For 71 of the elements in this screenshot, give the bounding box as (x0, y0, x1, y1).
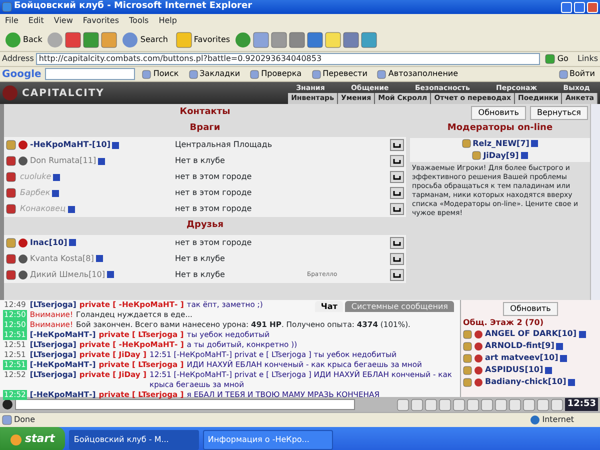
google-logo: Google (2, 68, 42, 82)
moderator-name[interactable]: JiDay[9] (483, 150, 519, 162)
toolbar-button[interactable]: Back (2, 32, 46, 48)
chat-input[interactable] (15, 399, 355, 410)
address-field[interactable]: http://capitalcity.combats.com/buttons.pl?battle=0.920293634040853 (36, 53, 540, 65)
zone-label: Internet (542, 414, 574, 426)
taskbar-button[interactable]: Бойцовский клуб - M... (68, 430, 199, 450)
maximize-button[interactable] (574, 2, 585, 12)
player-name[interactable]: Don Rumata[11] (30, 155, 96, 167)
player-location: нет в этом городе (175, 171, 253, 183)
menu-item[interactable]: File (0, 15, 24, 27)
refresh-button[interactable]: Обновить (503, 302, 558, 316)
moderator-name[interactable]: Relz_NEW[7] (472, 138, 530, 150)
menu-item[interactable]: Favorites (78, 15, 124, 27)
taskbar-button[interactable]: Информация о -НеКро... (202, 430, 333, 450)
section-title: Контакты (178, 106, 232, 119)
reply-icon[interactable] (390, 203, 404, 215)
reply-icon[interactable] (390, 236, 404, 248)
player-location: нет в этом городе (175, 187, 253, 199)
reply-icon[interactable] (390, 252, 404, 264)
user-name[interactable]: art matveev[10] (485, 352, 558, 364)
window-title: Бойцовский клуб - Microsoft Internet Explorer (14, 0, 252, 14)
menu-item[interactable]: Tools (124, 15, 154, 27)
toolbar-button[interactable]: Поиск (139, 68, 182, 80)
game-logo: CAPITALCITY (22, 86, 106, 100)
section-title: Враги (188, 122, 222, 134)
player-location: нет в этом городе (175, 203, 253, 215)
player-location: Нет в клубе (175, 155, 226, 167)
reply-icon[interactable] (390, 268, 404, 280)
toolbar-button[interactable]: Перевести (308, 68, 370, 80)
player-name[interactable]: Дикий Шмель[10] (30, 268, 105, 280)
page-button[interactable]: Обновить (471, 106, 526, 120)
minimize-button[interactable] (561, 2, 572, 12)
status-text: Done (14, 414, 36, 426)
player-location: Нет в клубе (175, 252, 226, 264)
address-label: Address (2, 53, 34, 65)
reply-icon[interactable] (390, 171, 404, 183)
toolbar-button[interactable]: Войти (556, 68, 598, 80)
menu-item[interactable]: Edit (23, 15, 49, 27)
user-name[interactable]: ASPIDUS[10] (485, 364, 544, 376)
links-label[interactable]: Links (577, 53, 598, 65)
reply-icon[interactable] (390, 155, 404, 167)
clock: 12:53 (565, 398, 598, 412)
user-name[interactable]: ARNOLD-fint[9] (485, 340, 554, 352)
section-title: Друзья (185, 219, 225, 232)
toolbar-button[interactable]: Закладки (186, 68, 244, 80)
menu-item[interactable]: View (48, 15, 78, 27)
reply-icon[interactable] (390, 139, 404, 151)
player-location: Центральная Площадь (175, 139, 274, 151)
toolbar-button[interactable]: Search (119, 32, 171, 48)
player-location: Нет в клубе (175, 268, 226, 280)
user-name[interactable]: ANGEL OF DARK[10] (485, 328, 576, 340)
start-button[interactable]: start (0, 427, 65, 450)
scrollbar[interactable] (590, 104, 600, 300)
close-button[interactable] (587, 2, 598, 12)
toolbar-button[interactable]: Favorites (172, 32, 234, 48)
page-button[interactable]: Вернуться (530, 106, 588, 120)
toolbar-button[interactable]: Проверка (247, 68, 305, 80)
section-title: Модераторы on-line (446, 122, 554, 135)
chat-tab[interactable]: Чат (314, 301, 344, 312)
player-name[interactable]: Kvanta Kosta[8] (30, 252, 94, 264)
player-name[interactable]: Inac[10] (30, 236, 68, 248)
toolbar-button[interactable]: Автозаполнение (374, 68, 462, 80)
reply-icon[interactable] (390, 187, 404, 199)
menu-item[interactable]: Help (154, 15, 182, 27)
user-name[interactable]: Badiany-chick[10] (485, 376, 566, 388)
player-name[interactable]: -НеКроМаНТ-[10] (30, 139, 110, 151)
room-title: Общ. Этаж 2 (70) (463, 318, 545, 328)
go-button[interactable]: Go (542, 53, 572, 65)
search-field[interactable] (45, 68, 136, 80)
player-location: нет в этом городе (175, 236, 253, 248)
